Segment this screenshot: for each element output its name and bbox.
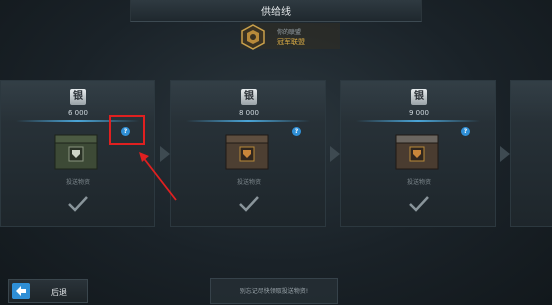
- alliance-name: 冠军联盟: [277, 38, 305, 46]
- box-label: 投送物资: [406, 179, 431, 186]
- silver-currency-icon: 银: [411, 89, 427, 105]
- arrow-right-icon: [160, 146, 170, 162]
- card-glow: [186, 120, 310, 122]
- crate-icon: [395, 134, 439, 170]
- box-cost: 6 000: [67, 109, 89, 117]
- box-label: 投送物资: [236, 179, 261, 186]
- supply-box-card-1[interactable]: 银 6 000 投送物资 ?: [0, 80, 155, 227]
- box-cost: 9 000: [408, 109, 430, 117]
- box-label: 投送物资: [65, 179, 90, 186]
- hint-text: 别忘记尽快领取投送物资!: [239, 288, 309, 295]
- silver-currency-icon: 银: [241, 89, 257, 105]
- arrow-right-icon: [330, 146, 340, 162]
- box-cost: 8 000: [238, 109, 260, 117]
- help-icon[interactable]: ?: [461, 127, 470, 136]
- help-icon[interactable]: ?: [292, 127, 301, 136]
- supply-box-card-4-partial[interactable]: [510, 80, 552, 227]
- annotation-highlight-box: [109, 115, 145, 145]
- back-button-label: 后退: [51, 288, 67, 297]
- alliance-emblem-icon: [241, 24, 265, 50]
- supply-box-card-2[interactable]: 银 8 000 投送物资 ?: [170, 80, 326, 227]
- alliance-subtitle: 你的联盟: [277, 29, 302, 36]
- silver-currency-icon: 银: [70, 89, 86, 105]
- back-button[interactable]: 后退: [8, 279, 88, 303]
- supply-box-card-3[interactable]: 银 9 000 投送物资 ?: [340, 80, 496, 227]
- checkmark-icon: [239, 196, 259, 212]
- crate-icon: [225, 134, 269, 170]
- top-banner: 供给线: [130, 0, 422, 22]
- checkmark-icon: [409, 196, 429, 212]
- card-header: [511, 81, 552, 121]
- crate-icon: [54, 134, 98, 170]
- arrow-right-icon: [500, 146, 510, 162]
- back-arrow-icon: [12, 283, 30, 299]
- checkmark-icon: [68, 196, 88, 212]
- card-glow: [356, 120, 480, 122]
- hint-banner: 别忘记尽快领取投送物资!: [210, 278, 338, 304]
